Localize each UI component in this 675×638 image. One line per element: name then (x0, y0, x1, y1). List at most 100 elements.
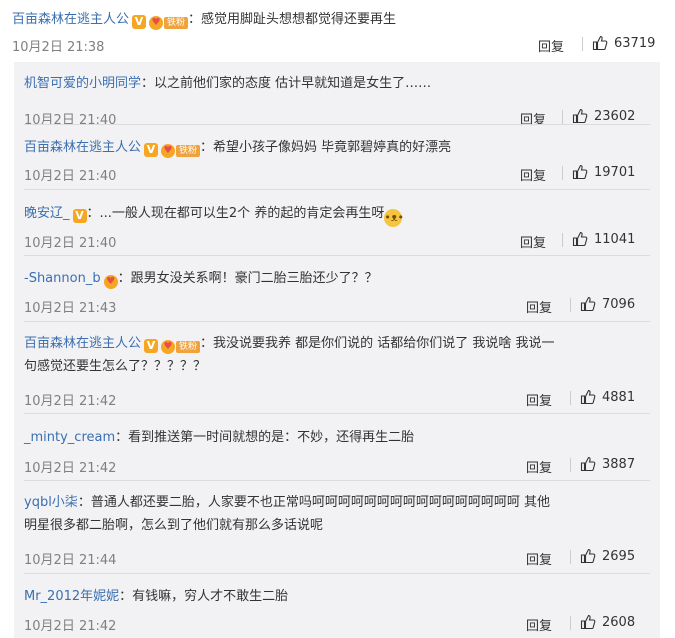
fan-badge[interactable]: ♥ 铁粉 (161, 144, 201, 158)
like-button[interactable]: 4881 (580, 389, 635, 405)
like-count: 2608 (602, 614, 636, 630)
reply-divider (24, 413, 650, 414)
divider (570, 298, 571, 312)
reply-text-continued: 句感觉还要生怎么了？？？？？ (24, 359, 207, 374)
reply-text-continued: 明星很多都二胎啊，怎么到了他们就有那么多话说呢 (24, 518, 324, 533)
divider (570, 391, 571, 405)
like-button[interactable]: 2608 (580, 614, 635, 630)
reply-button[interactable]: 回复 (526, 457, 552, 476)
reply-username[interactable]: 晚安辽_ (24, 206, 70, 221)
thumbs-up-icon (580, 296, 596, 312)
reply-divider (24, 480, 650, 481)
reply-button[interactable]: 回复 (520, 165, 546, 184)
reply-text: ：以之前他们家的态度 估计早就知道是女生了…… (141, 76, 432, 91)
reply-time: 10月2日 21:42 (24, 461, 117, 476)
reply-time: 10月2日 21:40 (24, 169, 117, 184)
like-count: 4881 (602, 389, 636, 405)
reply-username[interactable]: 百亩森林在逃主人公 (24, 336, 141, 351)
reply-divider (24, 255, 650, 256)
like-button[interactable]: 3887 (580, 456, 635, 472)
reply-item: Mr_2012年妮妮：有钱嘛，穷人才不敢生二胎 10月2日 21:42 回复 2… (24, 585, 650, 635)
reply-text: ：跟男女没关系啊！豪门二胎三胎还少了？？ (117, 271, 378, 286)
reply-text: ：...一般人现在都可以生2个 养的起的肯定会再生呀 (86, 206, 385, 221)
reply-button[interactable]: 回复 (526, 549, 552, 568)
reply-username[interactable]: _minty_cream (24, 430, 115, 445)
reply-time: 10月2日 21:42 (24, 394, 117, 409)
divider (570, 616, 571, 630)
like-count: 2695 (602, 548, 636, 564)
reply-divider (24, 189, 650, 190)
like-count: 63719 (614, 35, 656, 51)
fan-badge[interactable]: ♥ 铁粉 (161, 340, 201, 354)
reply-time: 10月2日 21:42 (24, 619, 117, 634)
fan-heart-icon: ♥ (161, 340, 176, 354)
like-button[interactable]: 23602 (572, 108, 635, 124)
divider (562, 233, 563, 247)
reply-item: 机智可爱的小明同学：以之前他们家的态度 估计早就知道是女生了…… 10月2日 2… (24, 72, 650, 128)
like-count: 7096 (602, 296, 636, 312)
reply-item: 百亩森林在逃主人公 V ♥ 铁粉 ：希望小孩子像妈妈 毕竟郭碧婷真的好漂亮 10月2日 … (24, 136, 650, 186)
fan-heart-icon: ♥ (103, 275, 118, 289)
thumbs-up-icon (572, 164, 588, 180)
reply-divider (24, 124, 650, 125)
reply-divider (24, 573, 650, 574)
like-button[interactable]: 19701 (572, 164, 635, 180)
reply-text: ：我没说要我养 都是你们说的 话都给你们说了 我说啥 我说一 (200, 336, 555, 351)
divider (582, 37, 583, 51)
reply-text: ：希望小孩子像妈妈 毕竟郭碧婷真的好漂亮 (200, 140, 452, 155)
reply-time: 10月2日 21:40 (24, 236, 117, 251)
reply-button[interactable]: 回复 (526, 297, 552, 316)
main-comment-text: ：感觉用脚趾头想想都觉得还要再生 (188, 12, 397, 27)
reply-username[interactable]: 机智可爱的小明同学 (24, 76, 141, 91)
verified-v-icon: V (132, 15, 147, 29)
reply-time: 10月2日 21:43 (24, 301, 117, 316)
like-count: 11041 (594, 231, 636, 247)
like-button[interactable]: 7096 (580, 296, 635, 312)
main-comment-meta: 10月2日 21:38 回复 63719 (12, 35, 662, 56)
like-count: 19701 (594, 164, 636, 180)
like-button[interactable]: 63719 (592, 35, 655, 51)
thumbs-up-icon (580, 614, 596, 630)
divider (570, 458, 571, 472)
verified-v-icon: V (144, 339, 159, 353)
verified-v-icon: V (72, 209, 87, 223)
comment-time: 10月2日 21:38 (12, 40, 105, 55)
thumbs-up-icon (572, 108, 588, 124)
fan-badge[interactable]: ♥ (103, 275, 118, 289)
fan-badge[interactable]: ♥ 铁粉 (149, 16, 189, 30)
reply-item: 晚安辽_ V ：...一般人现在都可以生2个 养的起的肯定会再生呀•ᴥ• 10月2日… (24, 202, 650, 252)
main-comment: 百亩森林在逃主人公 V ♥ 铁粉 ：感觉用脚趾头想想都觉得还要再生 10月2日 21:3… (0, 0, 675, 62)
verified-v-icon: V (144, 143, 159, 157)
reply-text: ：普通人都还要二胎，人家要不也正常吗呵呵呵呵呵呵呵呵呵呵呵呵呵呵呵呵 其他 (77, 495, 550, 510)
main-comment-line: 百亩森林在逃主人公 V ♥ 铁粉 ：感觉用脚趾头想想都觉得还要再生 (12, 8, 396, 30)
like-count: 3887 (602, 456, 636, 472)
reply-time: 10月2日 21:44 (24, 553, 117, 568)
divider (562, 110, 563, 124)
reply-button[interactable]: 回复 (526, 390, 552, 409)
reply-item: -Shannon_b ♥ ：跟男女没关系啊！豪门二胎三胎还少了？？ 10月2日 21… (24, 267, 650, 317)
thumbs-up-icon (592, 35, 608, 51)
thumbs-up-icon (580, 389, 596, 405)
reply-username[interactable]: yqbl小柒 (24, 495, 78, 510)
fan-badge-label: 铁粉 (176, 145, 201, 157)
reply-divider (24, 321, 650, 322)
reply-button[interactable]: 回复 (526, 615, 552, 634)
divider (570, 550, 571, 564)
reply-button[interactable]: 回复 (520, 232, 546, 251)
like-button[interactable]: 11041 (572, 231, 635, 247)
fan-heart-icon: ♥ (149, 16, 164, 30)
reply-username[interactable]: 百亩森林在逃主人公 (24, 140, 141, 155)
thumbs-up-icon (580, 456, 596, 472)
main-comment-username[interactable]: 百亩森林在逃主人公 (12, 12, 129, 27)
reply-text: ：看到推送第一时间就想的是：不妙，还得再生二胎 (115, 430, 415, 445)
thumbs-up-icon (580, 548, 596, 564)
reply-button[interactable]: 回复 (520, 109, 546, 128)
fan-badge-label: 铁粉 (164, 17, 189, 29)
like-count: 23602 (594, 108, 636, 124)
like-button[interactable]: 2695 (580, 548, 635, 564)
reply-username[interactable]: Mr_2012年妮妮 (24, 589, 119, 604)
reply-item: 百亩森林在逃主人公 V ♥ 铁粉 ：我没说要我养 都是你们说的 话都给你们说了 我说啥 … (24, 332, 650, 409)
reply-text: ：有钱嘛，穷人才不敢生二胎 (119, 589, 289, 604)
reply-button[interactable]: 回复 (538, 36, 564, 55)
reply-username[interactable]: -Shannon_b (24, 271, 101, 286)
